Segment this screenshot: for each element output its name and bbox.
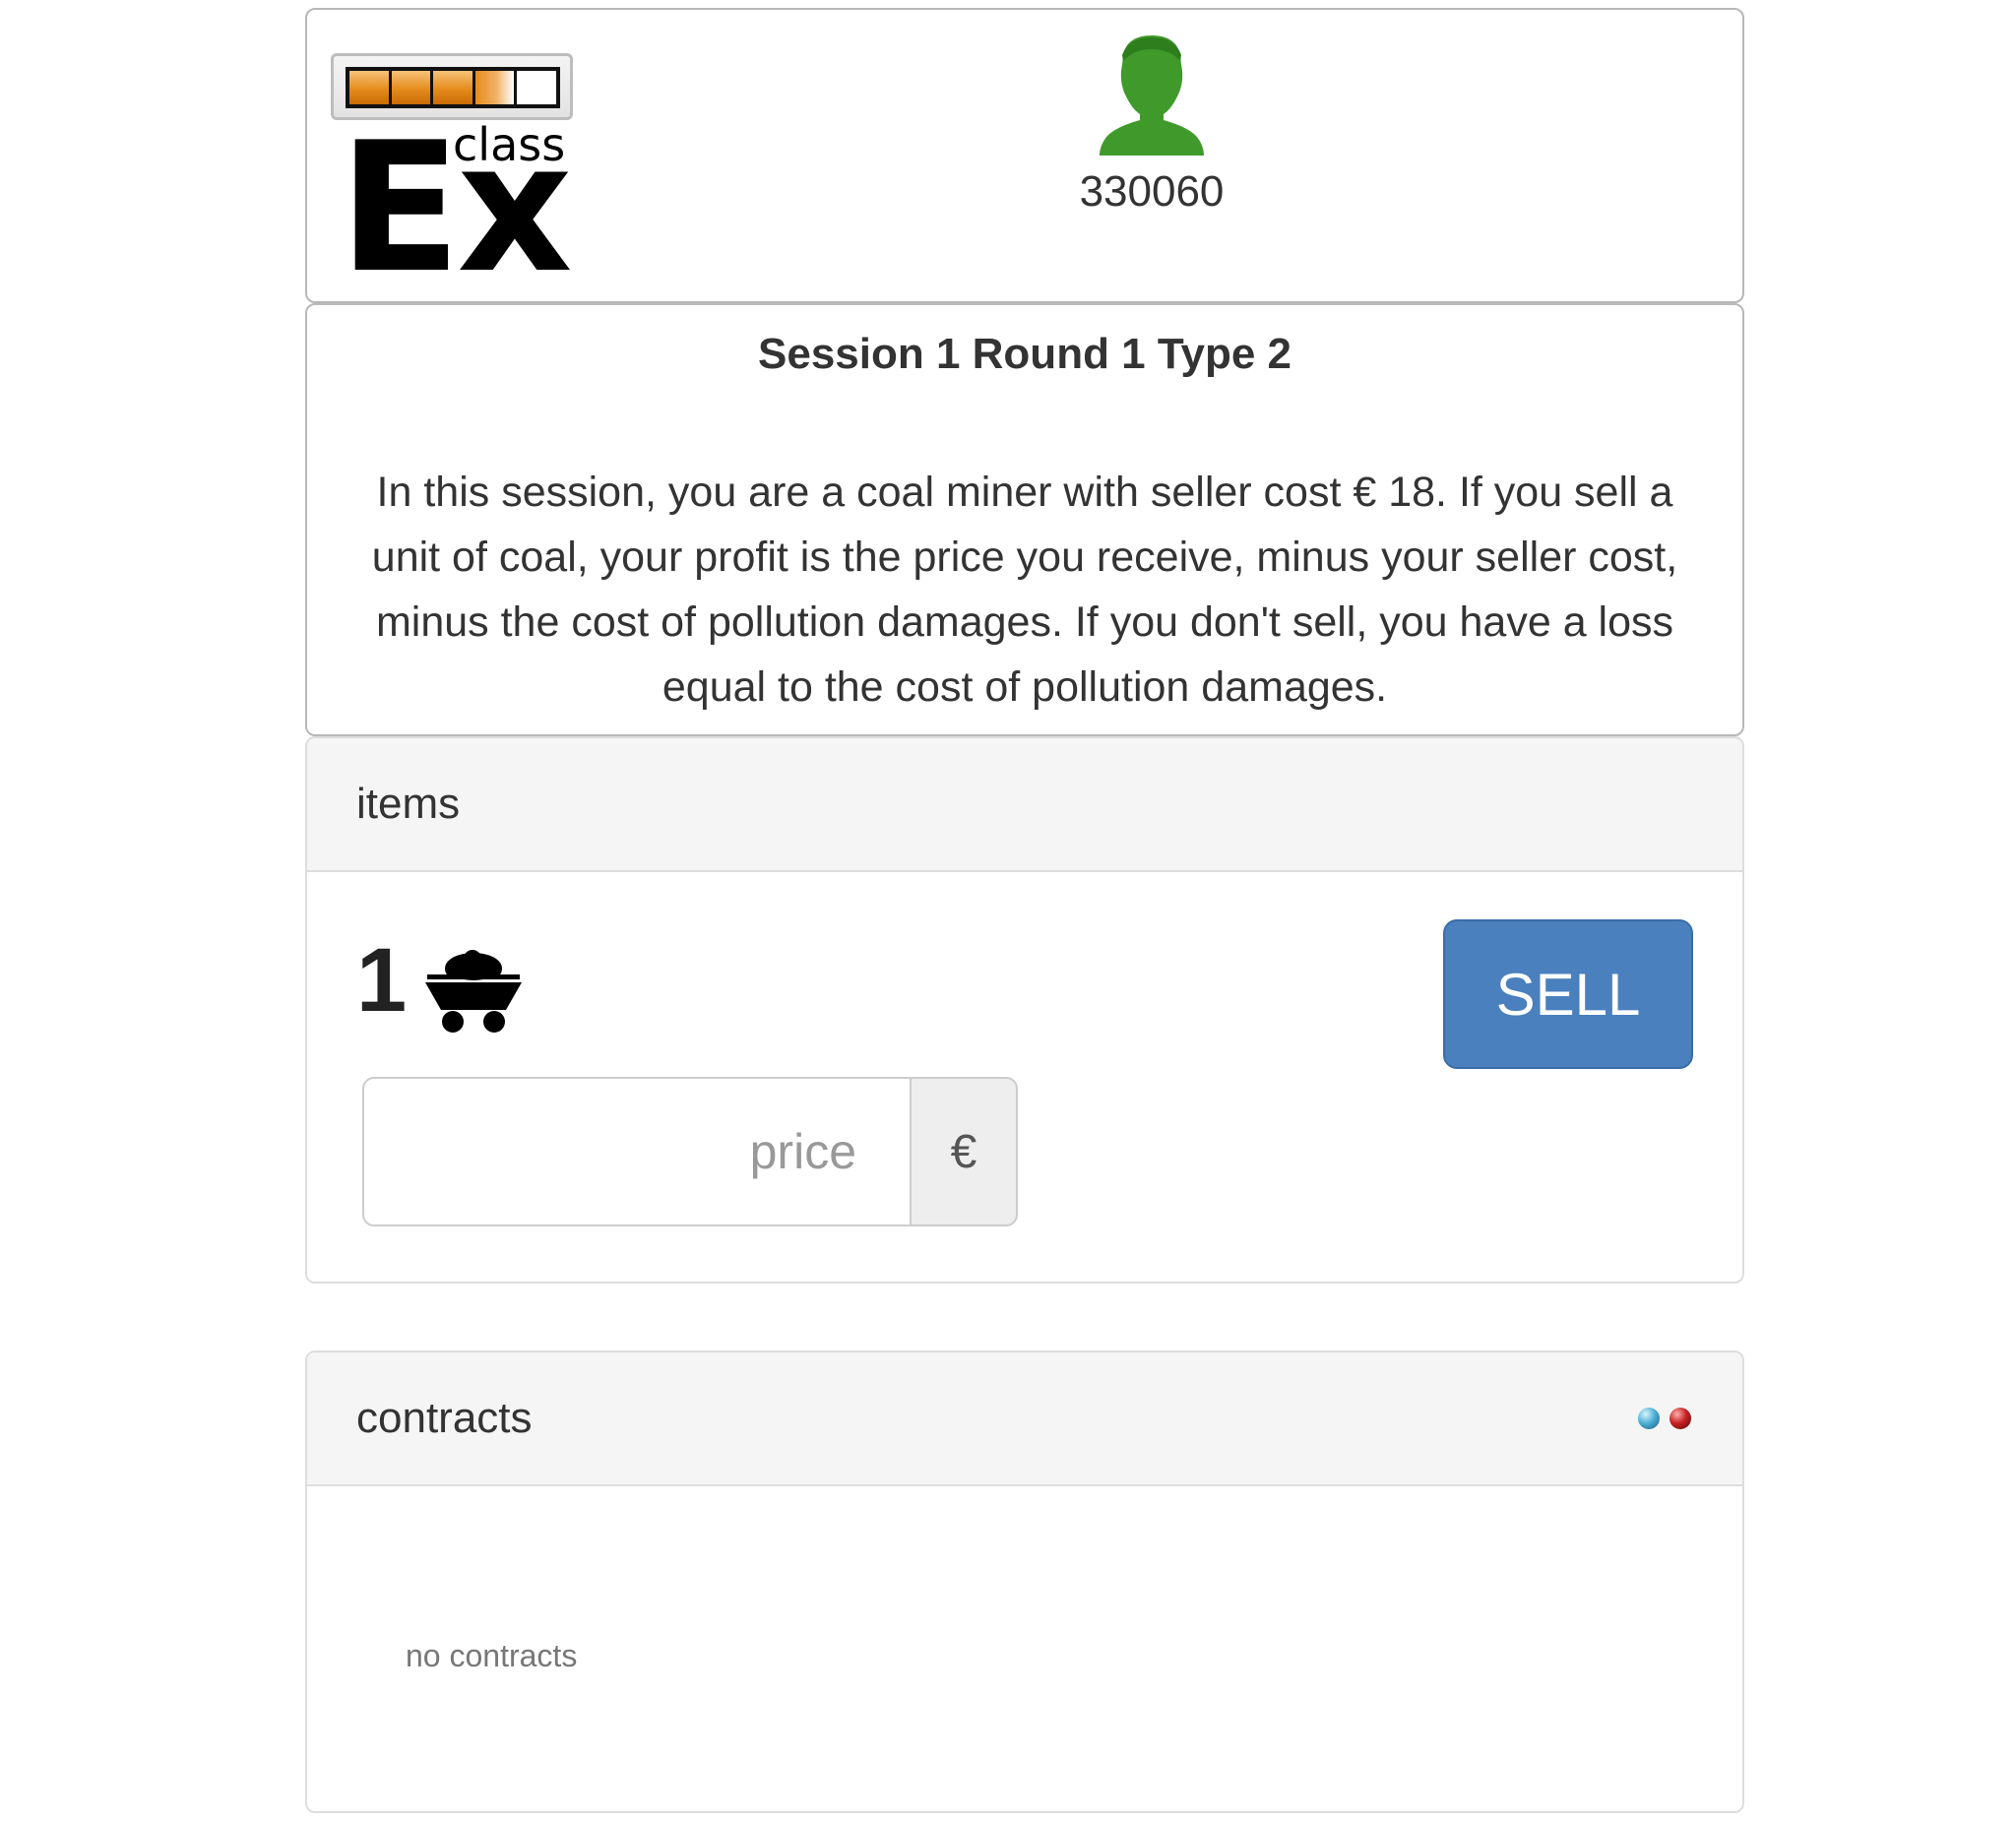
level-segment	[474, 71, 518, 104]
price-input[interactable]	[362, 1077, 910, 1226]
logo-class-text: class	[449, 122, 570, 167]
level-segment	[433, 71, 475, 104]
user-icon	[1100, 35, 1204, 156]
coal-cart-icon	[425, 950, 522, 1033]
connection-status-blue-icon	[1638, 1408, 1660, 1429]
user-id: 330060	[1079, 167, 1225, 216]
item-quantity: 1	[356, 930, 408, 1031]
app-container: Ex class 330060 Session 1 Round 1 Type 2…	[305, 8, 1744, 1813]
session-info-panel: Session 1 Round 1 Type 2 In this session…	[305, 303, 1744, 736]
contracts-panel: contracts no contracts	[305, 1350, 1744, 1813]
price-input-group: €	[362, 1077, 1018, 1226]
header-panel: Ex class 330060	[305, 8, 1744, 303]
no-contracts-text: no contracts	[406, 1638, 578, 1673]
contracts-heading: contracts	[307, 1352, 1742, 1486]
connection-status-red-icon	[1670, 1408, 1691, 1429]
level-segment	[391, 71, 434, 104]
classex-logo: Ex class	[331, 53, 577, 297]
level-segment	[349, 71, 392, 104]
sell-button[interactable]: SELL	[1443, 919, 1693, 1069]
items-panel: items 1 SELL €	[305, 736, 1744, 1284]
currency-addon: €	[910, 1077, 1018, 1226]
level-bar	[346, 67, 560, 108]
session-description: In this session, you are a coal miner wi…	[371, 468, 1678, 711]
session-title: Session 1 Round 1 Type 2	[758, 330, 1292, 378]
connection-status	[1638, 1408, 1691, 1429]
items-heading: items	[307, 738, 1742, 872]
level-segment	[517, 71, 556, 104]
